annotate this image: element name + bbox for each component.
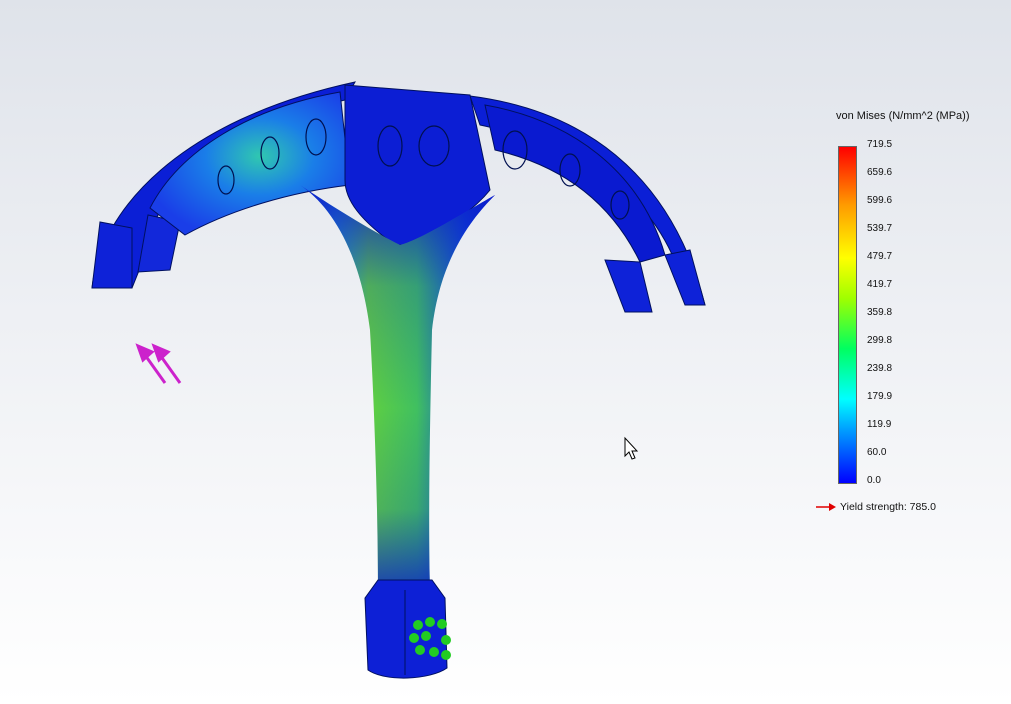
colorbar — [838, 146, 857, 484]
right-tooth-inner — [604, 259, 653, 313]
legend-title: von Mises (N/mm^2 (MPa)) — [836, 110, 970, 122]
cursor-icon — [624, 436, 639, 460]
stem-foot — [364, 579, 448, 679]
load-arrows-icon[interactable] — [135, 343, 182, 384]
model-viewport[interactable] — [0, 0, 1011, 704]
tick-label: 419.7 — [867, 279, 893, 290]
right-tooth-outer — [664, 249, 706, 306]
tick-label: 719.5 — [867, 139, 893, 150]
tick-label: 119.9 — [867, 419, 892, 430]
tick-label: 60.0 — [867, 447, 887, 458]
tick-label: 659.6 — [867, 167, 893, 178]
yield-arrow-icon — [816, 503, 836, 512]
tick-label: 359.8 — [867, 307, 893, 318]
tick-label: 0.0 — [867, 475, 881, 486]
tick-label: 599.6 — [867, 195, 893, 206]
yield-strength-label: Yield strength: 785.0 — [840, 501, 936, 513]
tick-label: 179.9 — [867, 391, 893, 402]
tick-label: 479.7 — [867, 251, 893, 262]
tick-label: 539.7 — [867, 223, 893, 234]
yield-strength: Yield strength: 785.0 — [816, 501, 936, 513]
tick-label: 299.8 — [867, 335, 893, 346]
tick-label: 239.8 — [867, 363, 893, 374]
part-model[interactable] — [91, 81, 706, 679]
left-tooth-outer — [91, 221, 133, 289]
